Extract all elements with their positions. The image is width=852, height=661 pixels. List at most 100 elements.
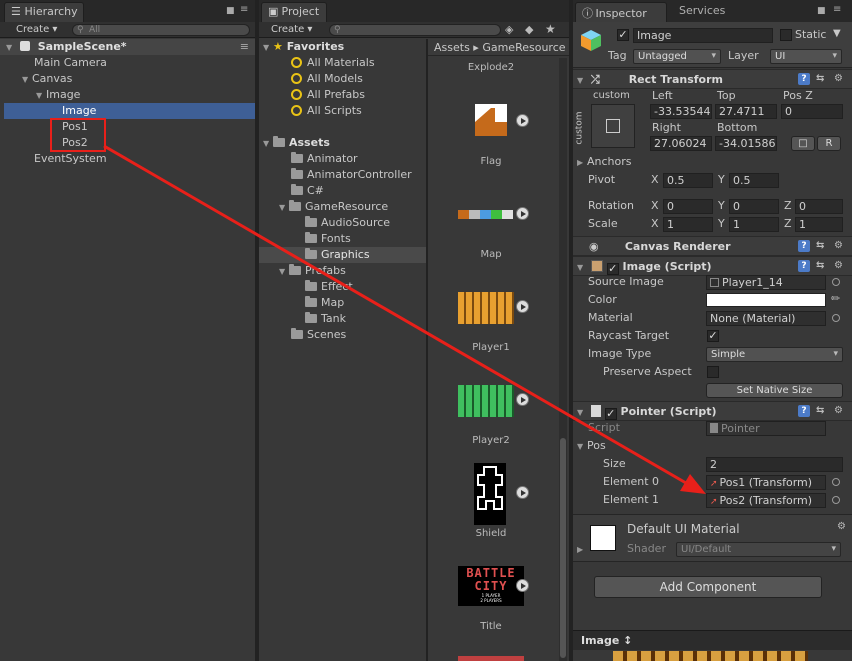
set-native-size-button[interactable]: Set Native Size xyxy=(706,383,843,398)
active-checkbox[interactable]: ✓ xyxy=(617,29,629,41)
folder-item[interactable]: Map xyxy=(305,295,344,311)
expand-arrow-icon[interactable]: ▶ xyxy=(577,545,587,554)
favorite-item[interactable]: All Materials xyxy=(291,55,375,71)
expand-arrow-icon[interactable]: ▶ xyxy=(577,155,587,171)
expand-arrow-icon[interactable]: ▼ xyxy=(22,72,32,88)
rot-x-field[interactable]: 0 xyxy=(663,199,713,214)
blueprint-mode-button[interactable]: □ xyxy=(791,136,815,151)
scale-z-field[interactable]: 1 xyxy=(795,217,843,232)
folder-item[interactable]: Animator xyxy=(291,151,358,167)
tab-inspector[interactable]: ⓘ Inspector xyxy=(575,2,667,22)
image-script-header[interactable]: ▼ ✓ Image (Script) ? ⇆ ⚙ xyxy=(573,256,852,276)
asset-thumb-flag[interactable] xyxy=(475,104,507,136)
folder-item[interactable]: C# xyxy=(291,183,324,199)
project-search-input[interactable]: ⚲ xyxy=(329,24,501,36)
asset-explode2[interactable]: Explode2 xyxy=(428,62,554,73)
gear-icon[interactable]: ⚙ xyxy=(834,72,843,86)
tab-project[interactable]: ▣ Project xyxy=(261,2,327,22)
folder-item[interactable]: Tank xyxy=(305,311,346,327)
object-picker-icon[interactable] xyxy=(832,314,840,322)
asset-shield[interactable]: Shield xyxy=(428,528,554,539)
expand-arrow-icon[interactable]: ▼ xyxy=(577,71,587,91)
project-create-button[interactable]: Create ▾ xyxy=(267,23,316,37)
right-field[interactable]: 27.06024 xyxy=(650,136,712,151)
folder-item[interactable]: ▼ GameResource xyxy=(279,199,388,215)
help-icon[interactable]: ? xyxy=(798,73,810,85)
pivot-y-field[interactable]: 0.5 xyxy=(729,173,779,188)
expand-arrow-icon[interactable]: ▼ xyxy=(36,88,46,104)
help-icon[interactable]: ? xyxy=(798,405,810,417)
color-swatch[interactable] xyxy=(706,293,826,307)
help-icon[interactable]: ? xyxy=(798,240,810,252)
size-field[interactable]: 2 xyxy=(706,457,843,472)
static-dropdown-icon[interactable]: ▼ xyxy=(833,28,841,39)
asset-player1[interactable]: Player1 xyxy=(428,342,554,353)
top-field[interactable]: 27.4711 xyxy=(715,104,777,119)
posz-field[interactable]: 0 xyxy=(781,104,843,119)
play-icon[interactable] xyxy=(516,486,529,499)
play-icon[interactable] xyxy=(516,393,529,406)
asset-title[interactable]: Title xyxy=(428,621,554,632)
asset-map[interactable]: Map xyxy=(428,249,554,260)
favorite-star-icon[interactable]: ★ xyxy=(545,22,556,36)
asset-thumb-player2[interactable] xyxy=(458,385,514,417)
hierarchy-create-button[interactable]: Create ▾ xyxy=(12,23,61,37)
canvas-renderer-header[interactable]: ◉ Canvas Renderer ? ⇆ ⚙ xyxy=(573,236,852,256)
menu-icon[interactable]: ≡ xyxy=(833,4,841,15)
preset-icon[interactable]: ⇆ xyxy=(816,259,824,273)
tag-dropdown[interactable]: Untagged xyxy=(633,49,721,64)
expand-arrow-icon[interactable]: ▼ xyxy=(279,264,289,280)
play-icon[interactable] xyxy=(516,114,529,127)
expand-arrow-icon[interactable]: ▼ xyxy=(263,136,273,152)
expand-arrow-icon[interactable]: ▼ xyxy=(279,200,289,216)
object-name-field[interactable]: Image xyxy=(633,28,773,43)
asset-player2[interactable]: Player2 xyxy=(428,435,554,446)
object-picker-icon[interactable] xyxy=(832,496,840,504)
folder-item[interactable]: Effect xyxy=(305,279,353,295)
left-field[interactable]: -33.53544 xyxy=(650,104,712,119)
element1-field[interactable]: ➚ Pos2 (Transform) xyxy=(706,493,826,508)
folder-item[interactable]: AudioSource xyxy=(305,215,390,231)
asset-thumb-map[interactable] xyxy=(458,210,513,219)
preview-header[interactable]: Image ↕ xyxy=(573,630,852,650)
object-picker-icon[interactable] xyxy=(832,278,840,286)
asset-thumb-shield[interactable] xyxy=(474,463,506,525)
anchor-preset-button[interactable] xyxy=(591,104,635,148)
image-type-dropdown[interactable]: Simple xyxy=(706,347,843,362)
hierarchy-item-image[interactable]: ▼ Image xyxy=(36,87,80,103)
play-icon[interactable] xyxy=(516,300,529,313)
preserve-aspect-checkbox[interactable] xyxy=(707,366,719,378)
lock-icon[interactable]: ■ xyxy=(226,6,235,16)
gear-icon[interactable]: ⚙ xyxy=(837,521,846,532)
preset-icon[interactable]: ⇆ xyxy=(816,404,824,418)
raw-edit-button[interactable]: R xyxy=(817,136,841,151)
favorite-item[interactable]: All Models xyxy=(291,71,363,87)
expand-arrow-icon[interactable]: ▼ xyxy=(263,40,273,56)
hierarchy-item-eventsystem[interactable]: EventSystem xyxy=(34,151,107,167)
preset-icon[interactable]: ⇆ xyxy=(816,239,824,253)
breadcrumb-item[interactable]: GameResource xyxy=(482,41,565,54)
asset-thumb-player1[interactable] xyxy=(458,292,514,324)
hierarchy-search-input[interactable]: ⚲ All xyxy=(72,24,250,36)
pointer-enabled-checkbox[interactable]: ✓ xyxy=(604,408,617,420)
rot-y-field[interactable]: 0 xyxy=(729,199,779,214)
expand-arrow-icon[interactable]: ▼ xyxy=(577,439,587,455)
rot-z-field[interactable]: 0 xyxy=(795,199,843,214)
favorite-item[interactable]: All Prefabs xyxy=(291,87,365,103)
gear-icon[interactable]: ⚙ xyxy=(834,239,843,253)
favorites-header[interactable]: ▼ ★ Favorites xyxy=(263,39,344,55)
assets-header[interactable]: ▼ Assets xyxy=(263,135,330,151)
material-field[interactable]: None (Material) xyxy=(706,311,826,326)
expand-arrow-icon[interactable]: ▼ xyxy=(6,40,16,56)
hierarchy-item-main-camera[interactable]: Main Camera xyxy=(34,55,107,71)
element0-field[interactable]: ➚ Pos1 (Transform) xyxy=(706,475,826,490)
gear-icon[interactable]: ⚙ xyxy=(834,404,843,418)
source-image-field[interactable]: Player1_14 xyxy=(706,275,826,290)
raycast-checkbox[interactable]: ✓ xyxy=(707,330,719,342)
hierarchy-item-canvas[interactable]: ▼ Canvas xyxy=(22,71,72,87)
static-checkbox[interactable] xyxy=(780,29,792,41)
bottom-field[interactable]: -34.01586 xyxy=(715,136,777,151)
hierarchy-item-image-child[interactable]: Image xyxy=(4,103,255,119)
help-icon[interactable]: ? xyxy=(798,260,810,272)
pos-foldout[interactable]: ▼ Pos xyxy=(577,438,606,454)
